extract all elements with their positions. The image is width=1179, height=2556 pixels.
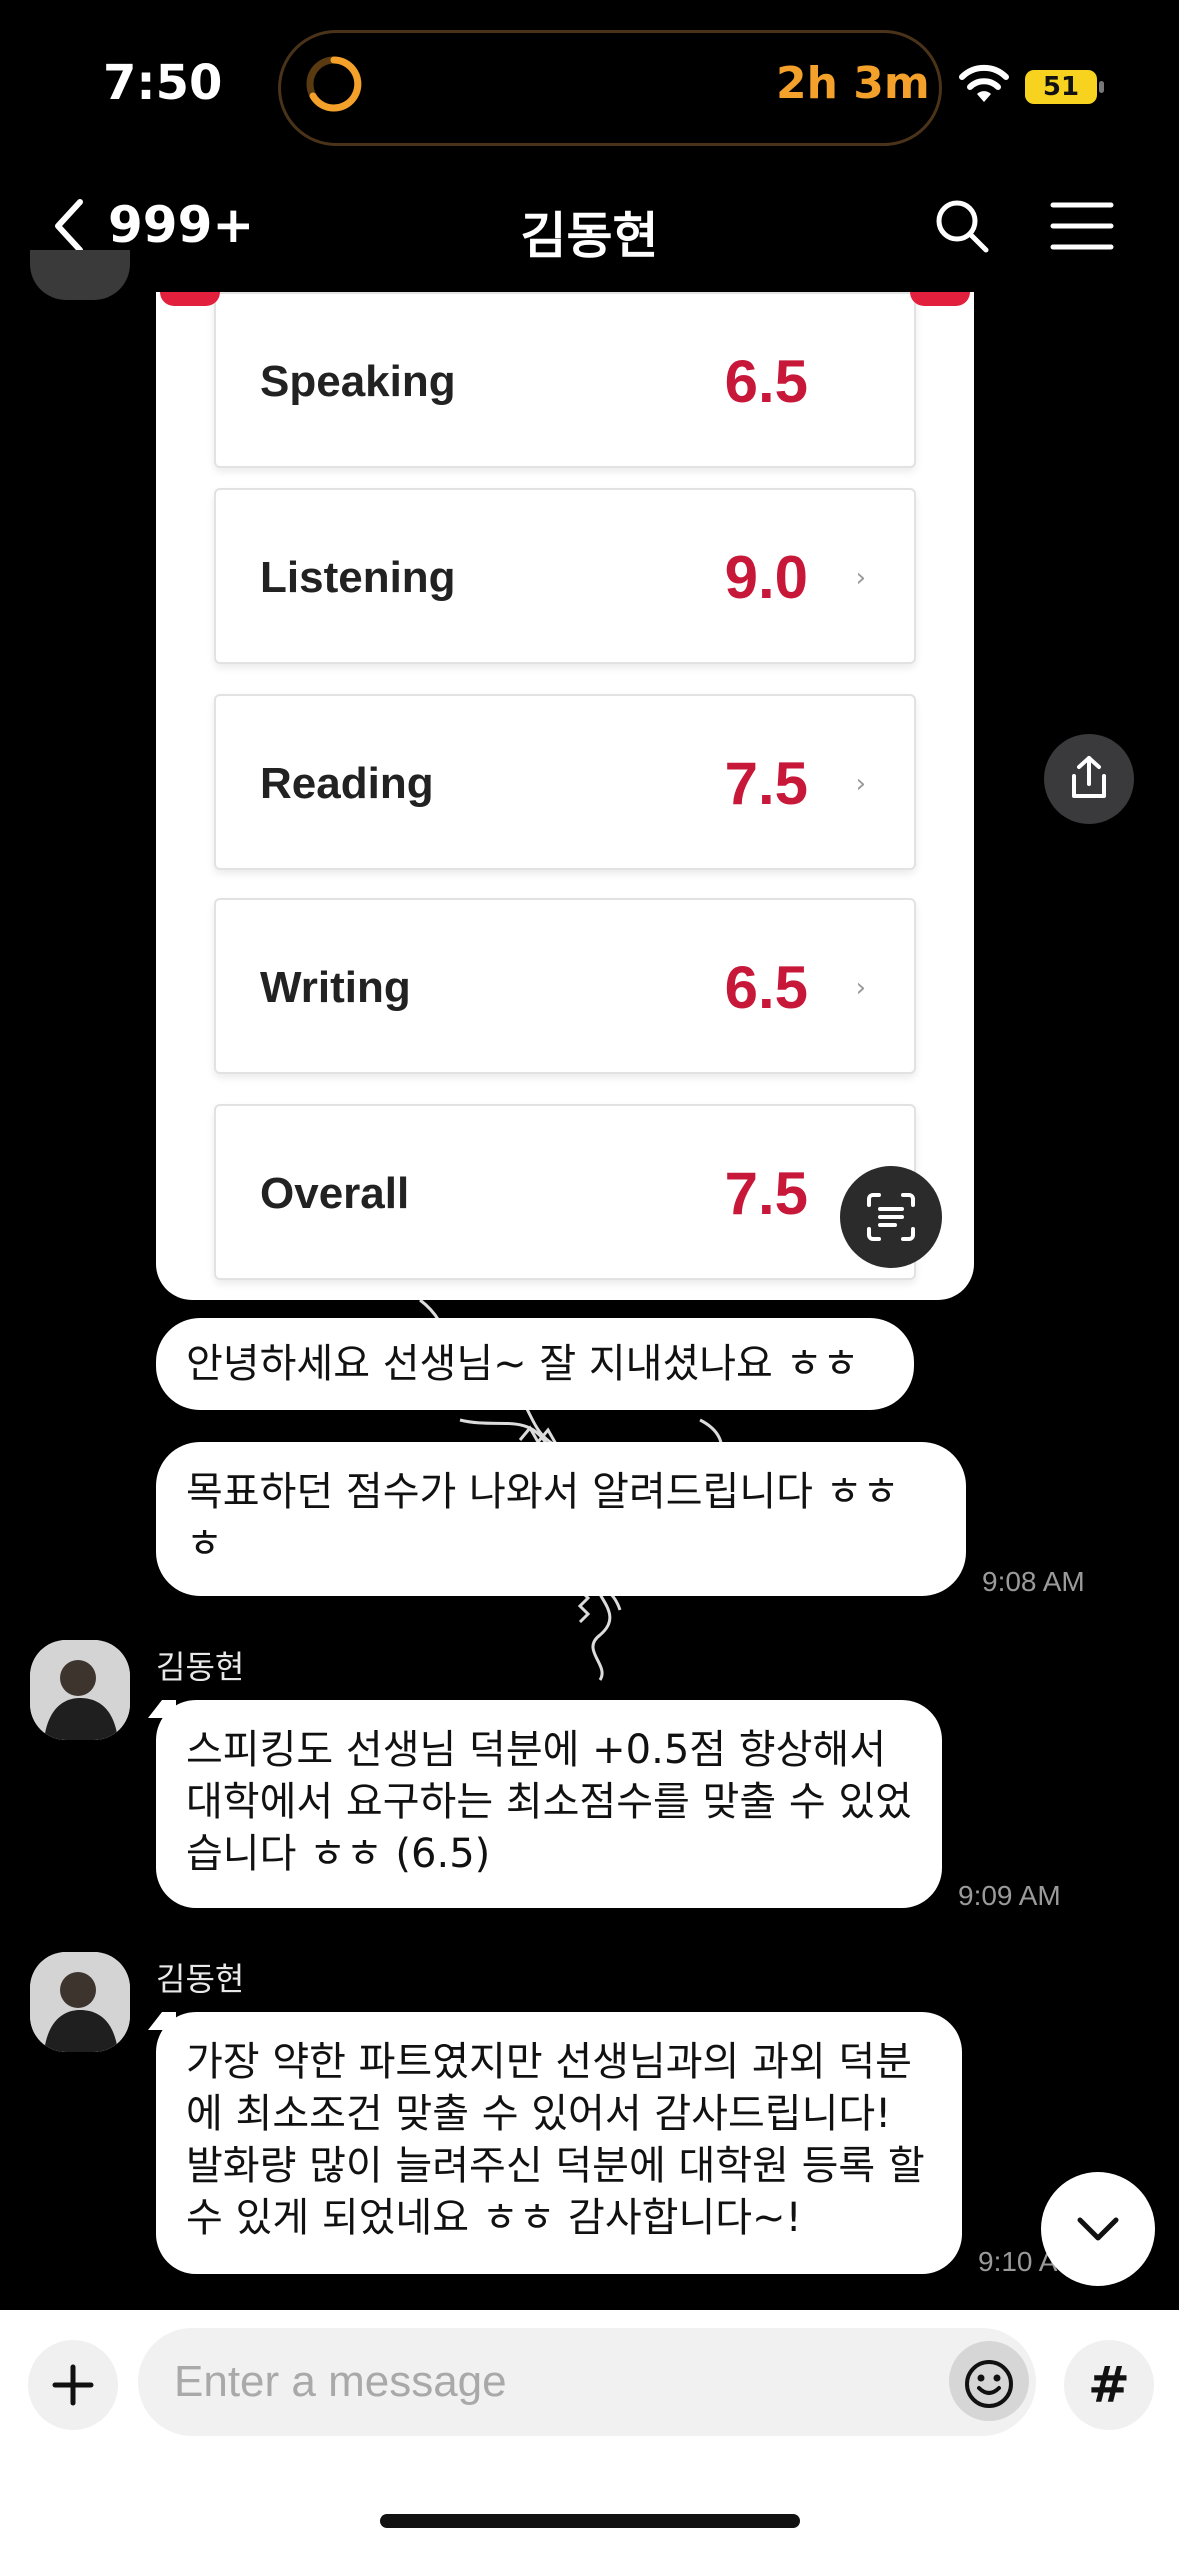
- message-time: 9:09 AM: [958, 1880, 1061, 1911]
- message-bubble[interactable]: 안녕하세요 선생님~ 잘 지내셨나요 ㅎㅎ: [156, 1318, 914, 1410]
- card-accent-right: [910, 292, 970, 306]
- chevron-right-icon: ›: [855, 769, 866, 799]
- score-value: 6.5: [724, 954, 808, 1021]
- message-text: 가장 약한 파트였지만 선생님과의 과외 덕분에 최소조건 맞출 수 있어서 감…: [186, 2039, 925, 2241]
- message-input[interactable]: [138, 2328, 1036, 2436]
- scan-text-button[interactable]: [840, 1166, 942, 1268]
- plus-icon: [52, 2364, 94, 2406]
- message-time: 9:08 AM: [982, 1566, 1085, 1597]
- score-value: 6.5: [724, 348, 808, 415]
- score-label: Overall: [260, 1169, 410, 1218]
- battery-icon: 51: [1025, 70, 1105, 104]
- score-row-listening: Listening 9.0 ›: [214, 488, 916, 664]
- sender-name: 김동현: [156, 1960, 245, 1998]
- chevron-right-icon: ›: [855, 973, 866, 1003]
- shared-score-image[interactable]: Speaking 6.5 Listening 9.0 › Reading 7.5…: [156, 292, 974, 1300]
- sender-name: 김동현: [156, 1648, 245, 1686]
- chevron-down-icon: [1077, 2217, 1119, 2241]
- score-label: Speaking: [260, 357, 456, 406]
- search-icon[interactable]: [932, 196, 992, 256]
- score-value: 9.0: [724, 544, 808, 611]
- message-bubble[interactable]: 가장 약한 파트였지만 선생님과의 과외 덕분에 최소조건 맞출 수 있어서 감…: [156, 2012, 962, 2274]
- message-bubble[interactable]: 스피킹도 선생님 덕분에 +0.5점 향상해서 대학에서 요구하는 최소점수를 …: [156, 1700, 942, 1908]
- profile-photo-icon: [30, 1640, 130, 1740]
- home-indicator[interactable]: [380, 2514, 800, 2528]
- score-value: 7.5: [724, 750, 808, 817]
- status-time: 7:50: [103, 55, 223, 111]
- timer-ring-icon: [306, 56, 362, 112]
- message-text: 안녕하세요 선생님~ 잘 지내셨나요 ㅎㅎ: [186, 1341, 860, 1387]
- score-row-speaking: Speaking 6.5: [214, 292, 916, 468]
- share-button[interactable]: [1044, 734, 1134, 824]
- chat-title: 김동현: [520, 207, 659, 265]
- score-row-reading: Reading 7.5 ›: [214, 694, 916, 870]
- hashtag-button[interactable]: #: [1064, 2340, 1154, 2430]
- profile-photo-icon: [30, 1952, 130, 2052]
- message-text: 목표하던 점수가 나와서 알려드립니다 ㅎㅎ ㅎ: [186, 1469, 900, 1567]
- score-row-writing: Writing 6.5 ›: [214, 898, 916, 1074]
- card-accent-left: [160, 292, 220, 306]
- avatar[interactable]: [30, 250, 130, 300]
- emoji-icon: [949, 2341, 1029, 2421]
- share-icon: [1072, 756, 1106, 798]
- text-scan-icon: [867, 1193, 915, 1241]
- message-bubble[interactable]: 목표하던 점수가 나와서 알려드립니다 ㅎㅎ ㅎ: [156, 1442, 966, 1596]
- battery-level: 51: [1042, 72, 1080, 102]
- score-row-overall: Overall 7.5: [214, 1104, 916, 1280]
- message-text: 스피킹도 선생님 덕분에 +0.5점 향상해서 대학에서 요구하는 최소점수를 …: [186, 1727, 912, 1877]
- score-label: Listening: [260, 553, 456, 602]
- score-label: Reading: [260, 759, 434, 808]
- score-value: 7.5: [724, 1160, 808, 1227]
- avatar[interactable]: [30, 1952, 130, 2052]
- live-activity-timer: 2h 3m: [776, 58, 930, 109]
- avatar[interactable]: [30, 1640, 130, 1740]
- scroll-to-bottom-button[interactable]: [1041, 2172, 1155, 2286]
- chevron-right-icon: ›: [855, 563, 866, 593]
- attach-button[interactable]: [28, 2340, 118, 2430]
- menu-icon[interactable]: [1050, 200, 1114, 252]
- score-label: Writing: [260, 963, 411, 1012]
- wifi-icon: [959, 64, 1009, 102]
- emoji-button[interactable]: [944, 2336, 1034, 2426]
